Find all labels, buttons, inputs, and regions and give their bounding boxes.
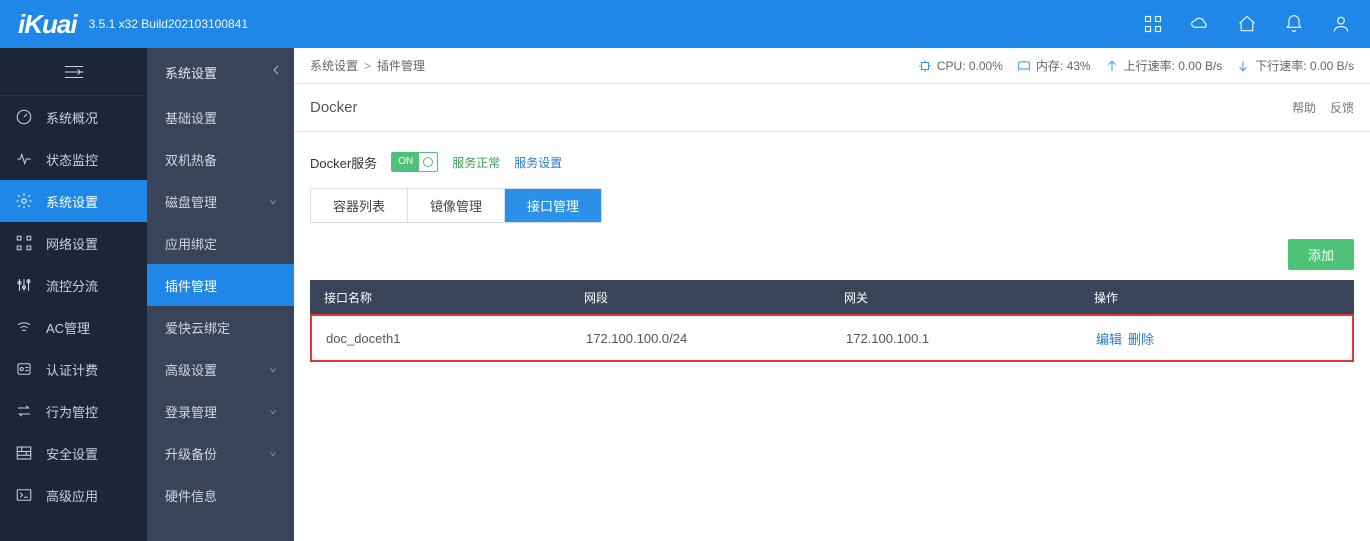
breadcrumb-item[interactable]: 插件管理 <box>377 57 425 74</box>
tab-containers[interactable]: 容器列表 <box>311 189 408 222</box>
sidebar-item-monitor[interactable]: 状态监控 <box>0 138 147 180</box>
sidebar-item-overview[interactable]: 系统概况 <box>0 96 147 138</box>
col-name: 接口名称 <box>310 289 570 306</box>
sidebar-item-label: 状态监控 <box>46 150 98 169</box>
toggle-on-label: ON <box>392 153 419 171</box>
subnav-item[interactable]: 基础设置 <box>147 96 294 138</box>
chevron-down-icon <box>268 447 280 459</box>
col-subnet: 网段 <box>570 289 830 306</box>
interface-table: 接口名称 网段 网关 操作 doc_doceth1172.100.100.0/2… <box>310 280 1354 362</box>
apps-icon[interactable] <box>1142 13 1164 35</box>
sidebar-item-label: 系统设置 <box>46 192 98 211</box>
gear-icon <box>14 191 34 211</box>
subnav-item[interactable]: 登录管理 <box>147 390 294 432</box>
status-bar: CPU: 0.00% 内存: 43% 上行速率: 0.00 B/s 下行速率: … <box>918 57 1354 74</box>
breadcrumb-item[interactable]: 系统设置 <box>310 57 358 74</box>
downlink-stat: 下行速率: 0.00 B/s <box>1236 57 1354 74</box>
uplink-stat: 上行速率: 0.00 B/s <box>1105 57 1223 74</box>
cloud-icon[interactable] <box>1189 13 1211 35</box>
subnav-item[interactable]: 磁盘管理 <box>147 180 294 222</box>
tab-bar: 容器列表 镜像管理 接口管理 <box>310 188 602 223</box>
mem-stat: 内存: 43% <box>1017 57 1091 74</box>
table-header: 接口名称 网段 网关 操作 <box>310 280 1354 314</box>
table-row: doc_doceth1172.100.100.0/24172.100.100.1… <box>312 316 1352 360</box>
tab-interfaces[interactable]: 接口管理 <box>505 189 601 222</box>
toggle-off-side <box>419 153 437 171</box>
caret-left-icon[interactable] <box>270 64 284 78</box>
subnav-item[interactable]: 插件管理 <box>147 264 294 306</box>
bell-icon[interactable] <box>1283 13 1305 35</box>
cell-gateway: 172.100.100.1 <box>832 331 1082 346</box>
cell-name: doc_doceth1 <box>312 331 572 346</box>
cell-subnet: 172.100.100.0/24 <box>572 331 832 346</box>
version-text: 3.5.1 x32 Build202103100841 <box>89 17 248 31</box>
page-title: Docker <box>310 99 358 116</box>
network-icon <box>14 233 34 253</box>
cpu-stat: CPU: 0.00% <box>918 59 1003 73</box>
content-area: 系统设置 > 插件管理 CPU: 0.00% 内存: 43% 上行速率: 0.0… <box>294 48 1370 541</box>
cell-op: 编辑删除 <box>1082 329 1352 348</box>
service-row: Docker服务 ON 服务正常 服务设置 <box>310 152 1354 172</box>
sidebar-item-label: 高级应用 <box>46 486 98 505</box>
sidebar-toggle[interactable] <box>0 48 147 96</box>
chevron-down-icon <box>268 195 280 207</box>
sidebar-item-flow[interactable]: 流控分流 <box>0 264 147 306</box>
sidebar-item-label: 行为管控 <box>46 402 98 421</box>
col-op: 操作 <box>1080 289 1354 306</box>
tab-images[interactable]: 镜像管理 <box>408 189 505 222</box>
primary-sidebar: 系统概况 状态监控 系统设置 网络设置 流控分流 AC管理 认证计费 行为管控 … <box>0 48 147 541</box>
sidebar-item-security[interactable]: 安全设置 <box>0 432 147 474</box>
home-icon[interactable] <box>1236 13 1258 35</box>
wifi-icon <box>14 317 34 337</box>
gauge-icon <box>14 107 34 127</box>
user-icon[interactable] <box>1330 13 1352 35</box>
sidebar-item-label: 流控分流 <box>46 276 98 295</box>
sidebar-item-label: 认证计费 <box>46 360 98 379</box>
subnav-item[interactable]: 爱快云绑定 <box>147 306 294 348</box>
secondary-sidebar: 系统设置 基础设置双机热备磁盘管理应用绑定插件管理爱快云绑定高级设置登录管理升级… <box>147 48 294 541</box>
subnav-title: 系统设置 <box>147 48 294 96</box>
subnav-item[interactable]: 升级备份 <box>147 432 294 474</box>
sidebar-item-auth[interactable]: 认证计费 <box>0 348 147 390</box>
badge-icon <box>14 359 34 379</box>
sidebar-item-advanced[interactable]: 高级应用 <box>0 474 147 516</box>
sidebar-item-label: 系统概况 <box>46 108 98 127</box>
terminal-icon <box>14 485 34 505</box>
top-right-icons <box>1142 13 1352 35</box>
col-gateway: 网关 <box>830 289 1080 306</box>
breadcrumb-bar: 系统设置 > 插件管理 CPU: 0.00% 内存: 43% 上行速率: 0.0… <box>294 48 1370 84</box>
firewall-icon <box>14 443 34 463</box>
chevron-down-icon <box>268 405 280 417</box>
service-settings-link[interactable]: 服务设置 <box>514 154 562 171</box>
chevron-down-icon <box>268 363 280 375</box>
subnav-item[interactable]: 应用绑定 <box>147 222 294 264</box>
add-button[interactable]: 添加 <box>1288 239 1354 270</box>
sidebar-item-network[interactable]: 网络设置 <box>0 222 147 264</box>
swap-icon <box>14 401 34 421</box>
sidebar-item-label: 安全设置 <box>46 444 98 463</box>
page-title-bar: Docker 帮助 反馈 <box>294 84 1370 132</box>
brand-logo: iKuai <box>18 9 77 40</box>
service-toggle[interactable]: ON <box>391 152 438 172</box>
top-bar: iKuai 3.5.1 x32 Build202103100841 <box>0 0 1370 48</box>
sidebar-item-label: 网络设置 <box>46 234 98 253</box>
sidebar-item-label: AC管理 <box>46 318 90 337</box>
subnav-item[interactable]: 高级设置 <box>147 348 294 390</box>
breadcrumb-sep: > <box>364 59 371 73</box>
service-label: Docker服务 <box>310 153 377 172</box>
sidebar-item-behavior[interactable]: 行为管控 <box>0 390 147 432</box>
subnav-item[interactable]: 硬件信息 <box>147 474 294 516</box>
delete-link[interactable]: 删除 <box>1128 332 1154 347</box>
help-link[interactable]: 帮助 <box>1292 99 1316 116</box>
sliders-icon <box>14 275 34 295</box>
service-status: 服务正常 <box>452 154 500 171</box>
pulse-icon <box>14 149 34 169</box>
feedback-link[interactable]: 反馈 <box>1330 99 1354 116</box>
sidebar-item-ac[interactable]: AC管理 <box>0 306 147 348</box>
subnav-item[interactable]: 双机热备 <box>147 138 294 180</box>
edit-link[interactable]: 编辑 <box>1096 332 1122 347</box>
sidebar-item-system[interactable]: 系统设置 <box>0 180 147 222</box>
